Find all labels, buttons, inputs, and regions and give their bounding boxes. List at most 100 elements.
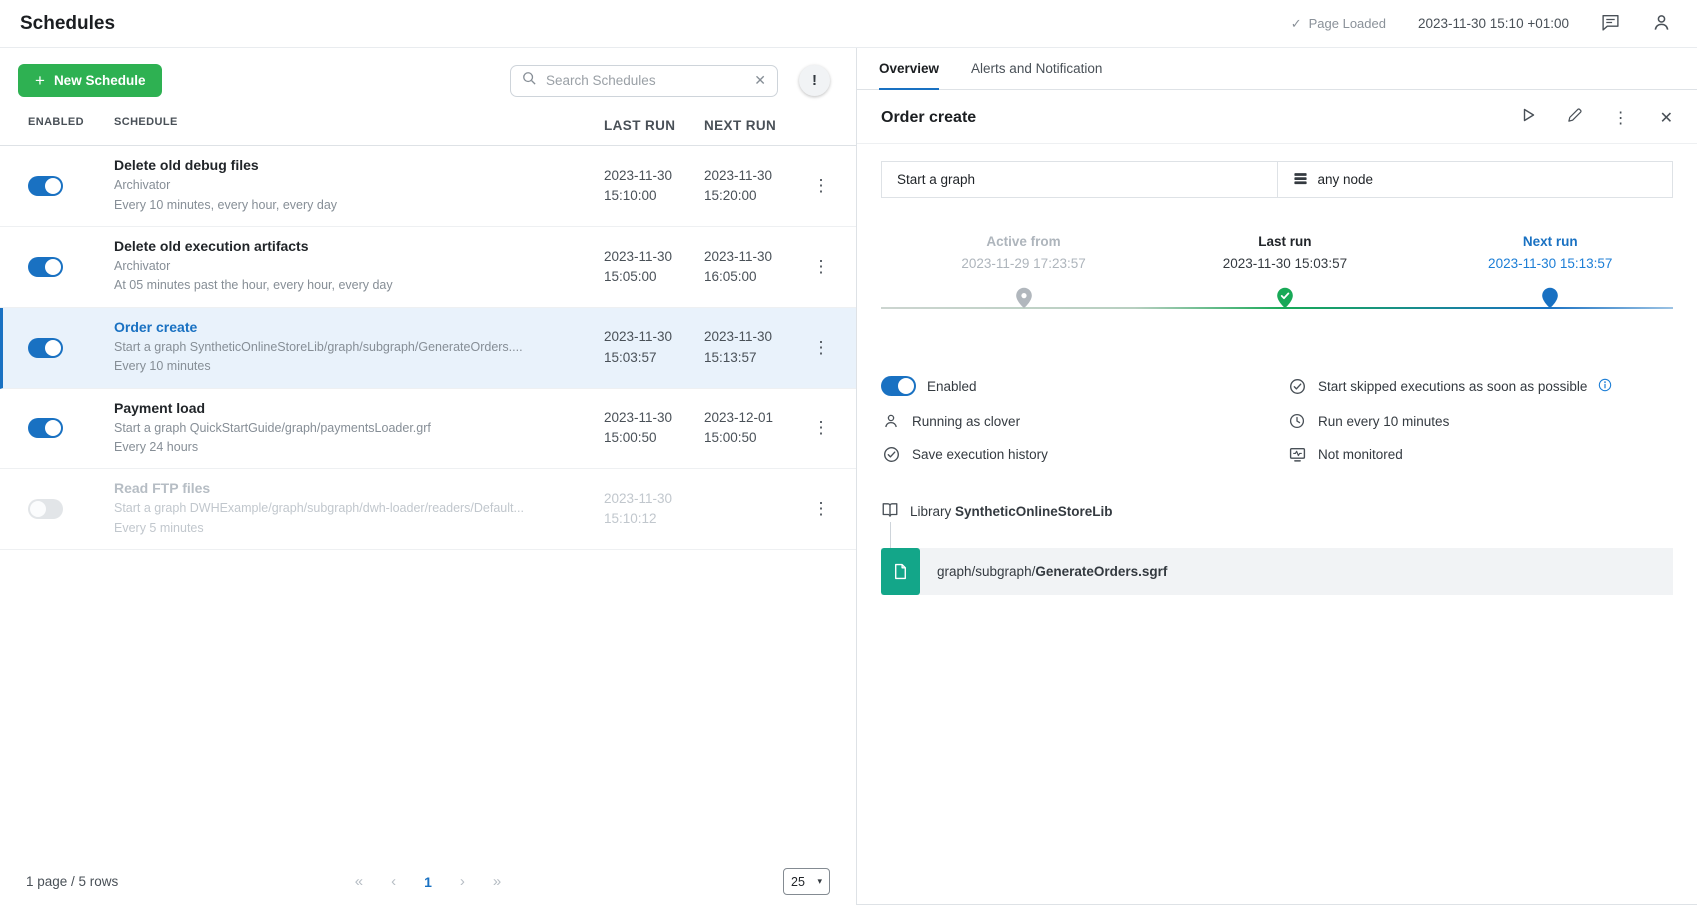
plus-icon: + — [35, 72, 45, 89]
node-icon — [1293, 171, 1308, 189]
schedule-periodicity: At 05 minutes past the hour, every hour,… — [114, 276, 592, 295]
current-page[interactable]: 1 — [424, 874, 432, 890]
last-page-button[interactable]: » — [493, 873, 501, 890]
next-run-value: 2023-11-3016:05:00 — [704, 247, 804, 288]
check-icon: ✓ — [1291, 16, 1302, 32]
previous-page-button[interactable]: ‹ — [391, 873, 396, 890]
enabled-toggle[interactable] — [28, 499, 63, 519]
clock-icon — [1287, 413, 1307, 429]
clear-search-button[interactable]: ✕ — [754, 72, 766, 89]
library-row: Library SyntheticOnlineStoreLib — [881, 501, 1673, 522]
graph-file-path: graph/subgraph/ — [937, 564, 1035, 579]
task-fields: Start a graph any node — [881, 161, 1673, 198]
row-menu-button[interactable]: ⋮ — [807, 499, 836, 519]
enabled-toggle[interactable] — [28, 257, 63, 277]
library-label: Library — [910, 504, 951, 519]
enabled-toggle[interactable] — [28, 338, 63, 358]
last-run-value: 2023-11-3015:00:50 — [604, 408, 704, 449]
row-menu-button[interactable]: ⋮ — [807, 257, 836, 277]
user-icon — [881, 413, 901, 429]
prop-start-skipped: Start skipped executions as soon as poss… — [1287, 376, 1673, 396]
column-schedule: SCHEDULE — [114, 116, 604, 136]
run-button[interactable] — [1520, 107, 1536, 128]
enabled-toggle[interactable] — [28, 418, 63, 438]
pagination: « ‹ 1 › » — [355, 873, 501, 890]
schedule-properties: Enabled Start skipped executions as soon… — [881, 376, 1673, 463]
page-title: Schedules — [20, 13, 115, 35]
search-box: ✕ — [510, 65, 778, 97]
schedule-periodicity: Every 10 minutes — [114, 357, 592, 376]
play-icon — [1520, 107, 1536, 128]
graph-file-name: GenerateOrders.sgrf — [1035, 564, 1167, 579]
warning-indicator-button[interactable]: ! — [799, 65, 830, 96]
run-timeline: Active from 2023-11-29 17:23:57 Last run… — [881, 234, 1673, 334]
schedule-periodicity: Every 5 minutes — [114, 519, 592, 538]
table-row-selected[interactable]: Order create Start a graph SyntheticOnli… — [0, 308, 856, 389]
next-page-button[interactable]: › — [460, 873, 465, 890]
more-actions-button[interactable]: ⋮ — [1613, 108, 1629, 128]
new-schedule-button[interactable]: + New Schedule — [18, 64, 162, 97]
first-page-button[interactable]: « — [355, 873, 363, 890]
task-type-value: Start a graph — [897, 172, 975, 187]
column-enabled: ENABLED — [28, 116, 114, 136]
table-row-disabled[interactable]: Read FTP files Start a graph DWHExample/… — [0, 469, 856, 550]
first-page-icon: « — [355, 873, 363, 890]
edit-button[interactable] — [1567, 108, 1582, 128]
check-circle-icon — [1287, 378, 1307, 395]
last-run-value: 2023-11-3015:05:00 — [604, 247, 704, 288]
page-loaded-label: Page Loaded — [1309, 16, 1386, 31]
search-icon — [522, 71, 536, 90]
library-name: SyntheticOnlineStoreLib — [955, 504, 1113, 519]
schedule-title: Payment load — [114, 400, 592, 416]
next-run-value: 2023-11-3015:20:00 — [704, 166, 804, 207]
close-icon: ✕ — [1660, 108, 1673, 128]
kebab-icon: ⋮ — [813, 176, 830, 195]
account-button[interactable] — [1652, 13, 1671, 35]
last-run-value: 2023-11-3015:10:00 — [604, 166, 704, 207]
schedule-task: Archivator — [114, 176, 592, 195]
node-value: any node — [1318, 172, 1374, 187]
search-input[interactable] — [544, 72, 746, 89]
comments-button[interactable] — [1601, 13, 1620, 35]
schedule-detail-panel: Overview Alerts and Notification Order c… — [856, 48, 1697, 905]
app-header: Schedules ✓ Page Loaded 2023-11-30 15:10… — [0, 0, 1697, 48]
rows-summary: 1 page / 5 rows — [26, 874, 118, 889]
graph-file-item[interactable]: graph/subgraph/GenerateOrders.sgrf — [881, 548, 1673, 595]
last-page-icon: » — [493, 873, 501, 890]
table-row[interactable]: Delete old debug files Archivator Every … — [0, 146, 856, 227]
pencil-icon — [1567, 108, 1582, 128]
tab-alerts-and-notification[interactable]: Alerts and Notification — [971, 48, 1102, 90]
page-loaded-status: ✓ Page Loaded — [1291, 16, 1386, 32]
library-connector-line — [890, 522, 891, 548]
close-detail-button[interactable]: ✕ — [1660, 108, 1673, 128]
schedule-task: Start a graph QuickStartGuide/graph/paym… — [114, 419, 592, 438]
row-menu-button[interactable]: ⋮ — [807, 338, 836, 358]
new-schedule-label: New Schedule — [54, 73, 146, 88]
node-field[interactable]: any node — [1277, 161, 1674, 198]
schedule-title: Read FTP files — [114, 480, 592, 496]
kebab-icon: ⋮ — [813, 499, 830, 518]
row-menu-button[interactable]: ⋮ — [807, 176, 836, 196]
page-size-select[interactable]: 25 ▾ — [783, 868, 830, 895]
detail-tabs: Overview Alerts and Notification — [857, 48, 1697, 90]
schedule-task: Archivator — [114, 257, 592, 276]
tab-overview[interactable]: Overview — [879, 48, 939, 90]
exclamation-icon: ! — [812, 72, 817, 89]
page-size-value: 25 — [791, 875, 805, 889]
schedule-title: Delete old debug files — [114, 157, 592, 173]
comments-icon — [1601, 13, 1620, 35]
enabled-toggle[interactable] — [28, 176, 63, 196]
table-row[interactable]: Delete old execution artifacts Archivato… — [0, 227, 856, 308]
schedules-list: Delete old debug files Archivator Every … — [0, 146, 856, 550]
last-run-success-pin-icon — [1276, 287, 1294, 309]
info-icon[interactable] — [1598, 378, 1612, 395]
enabled-toggle[interactable] — [881, 376, 916, 396]
schedule-task: Start a graph SyntheticOnlineStoreLib/gr… — [114, 338, 592, 357]
row-menu-button[interactable]: ⋮ — [807, 418, 836, 438]
prop-save-history: Save execution history — [881, 446, 1267, 463]
caret-down-icon: ▾ — [817, 876, 822, 887]
table-row[interactable]: Payment load Start a graph QuickStartGui… — [0, 389, 856, 470]
previous-page-icon: ‹ — [391, 873, 396, 890]
schedule-periodicity: Every 10 minutes, every hour, every day — [114, 196, 592, 215]
task-type-field[interactable]: Start a graph — [881, 161, 1278, 198]
